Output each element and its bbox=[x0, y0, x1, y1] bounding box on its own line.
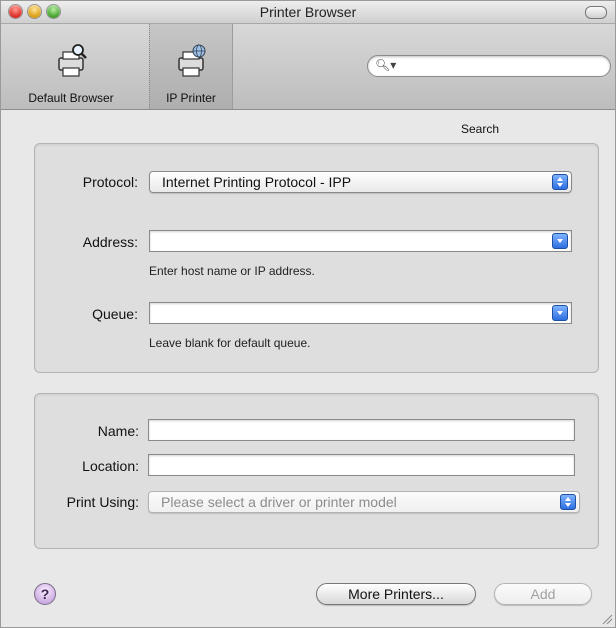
name-label: Name: bbox=[97, 423, 139, 439]
protocol-value: Internet Printing Protocol - IPP bbox=[162, 174, 352, 190]
protocol-popup[interactable]: Internet Printing Protocol - IPP bbox=[149, 171, 572, 193]
toolbar-toggle-button[interactable] bbox=[585, 6, 607, 19]
window-title: Printer Browser bbox=[259, 4, 357, 20]
default-browser-label: Default Browser bbox=[28, 91, 114, 105]
print-using-label: Print Using: bbox=[66, 494, 139, 510]
connection-panel: Protocol: Internet Printing Protocol - I… bbox=[34, 143, 599, 373]
ip-printer-tool[interactable]: IP Printer bbox=[149, 24, 233, 109]
printer-globe-icon bbox=[178, 44, 206, 77]
address-label: Address: bbox=[82, 234, 138, 250]
search-label: Search bbox=[461, 122, 500, 136]
name-field[interactable] bbox=[148, 419, 575, 441]
resize-grip-icon[interactable] bbox=[601, 613, 613, 625]
location-field[interactable] bbox=[148, 454, 575, 476]
popup-stepper-icon bbox=[552, 174, 568, 190]
toolbar: Default Browser IP Printer 🔍︎▾ Search bbox=[1, 24, 615, 136]
queue-label: Queue: bbox=[92, 306, 138, 322]
address-combo-field[interactable] bbox=[149, 230, 572, 252]
search-icon[interactable]: 🔍︎▾ bbox=[375, 58, 396, 72]
help-button[interactable]: ? bbox=[34, 583, 56, 605]
more-printers-button[interactable]: More Printers... bbox=[316, 583, 476, 605]
address-hint: Enter host name or IP address. bbox=[149, 264, 315, 278]
print-using-value: Please select a driver or printer model bbox=[161, 494, 397, 510]
popup-stepper-icon bbox=[560, 494, 576, 510]
printer-browser-window: Printer Browser Default Browser IP Print… bbox=[0, 0, 616, 628]
ip-printer-label: IP Printer bbox=[166, 91, 216, 105]
protocol-label: Protocol: bbox=[82, 174, 138, 190]
default-browser-tool[interactable]: Default Browser bbox=[1, 24, 141, 109]
print-using-popup[interactable]: Please select a driver or printer model bbox=[148, 491, 580, 513]
search-input[interactable] bbox=[367, 55, 611, 77]
chevron-down-icon[interactable] bbox=[552, 233, 568, 249]
queue-hint: Leave blank for default queue. bbox=[149, 336, 311, 350]
title-bar[interactable]: Printer Browser bbox=[1, 1, 615, 24]
search-area: 🔍︎▾ Search bbox=[367, 55, 611, 136]
printer-search-icon bbox=[58, 44, 87, 77]
queue-combo-field[interactable] bbox=[149, 302, 572, 324]
chevron-down-icon[interactable] bbox=[552, 305, 568, 321]
add-button[interactable]: Add bbox=[494, 583, 592, 605]
printer-details-panel: Name: Location: Print Using: Please sele… bbox=[34, 393, 599, 549]
location-label: Location: bbox=[82, 458, 139, 474]
